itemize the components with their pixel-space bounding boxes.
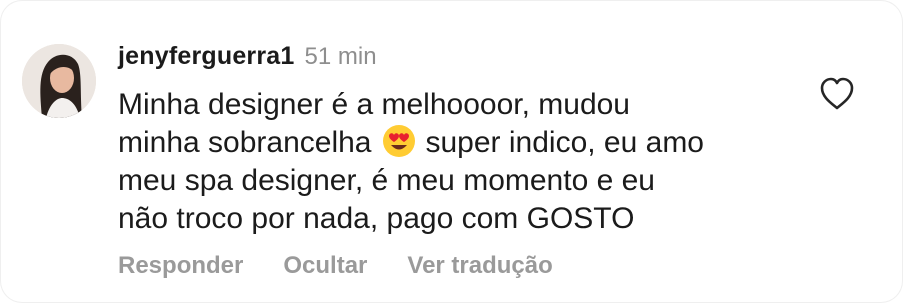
like-heart-icon[interactable]: [818, 76, 856, 112]
comment-line-with-emoji: minha sobrancelha super indico, eu amo: [118, 124, 798, 162]
comment-line: meu spa designer, é meu momento e eu: [118, 164, 655, 197]
heart-eyes-emoji-icon: [380, 124, 418, 158]
comment-line: Minha designer é a melhoooor, mudou: [118, 88, 630, 121]
see-translation-button[interactable]: Ver tradução: [407, 252, 552, 280]
username[interactable]: jenyferguerra1: [118, 42, 295, 71]
comment-header: jenyferguerra1 51 min: [118, 42, 377, 78]
avatar[interactable]: [22, 44, 96, 118]
reply-button[interactable]: Responder: [118, 252, 243, 280]
comment-card: jenyferguerra1 51 min Minha designer é a…: [0, 0, 903, 303]
avatar-image: [22, 44, 96, 118]
hide-button[interactable]: Ocultar: [283, 252, 367, 280]
comment-line-part: minha sobrancelha: [118, 126, 372, 159]
comment-line: não troco por nada, pago com GOSTO: [118, 202, 635, 235]
comment-line-part: super indico, eu amo: [425, 126, 705, 159]
comment-text: Minha designer é a melhoooor, mudou minh…: [118, 86, 798, 238]
timestamp: 51 min: [304, 43, 377, 70]
comment-actions: Responder Ocultar Ver tradução: [118, 252, 553, 280]
